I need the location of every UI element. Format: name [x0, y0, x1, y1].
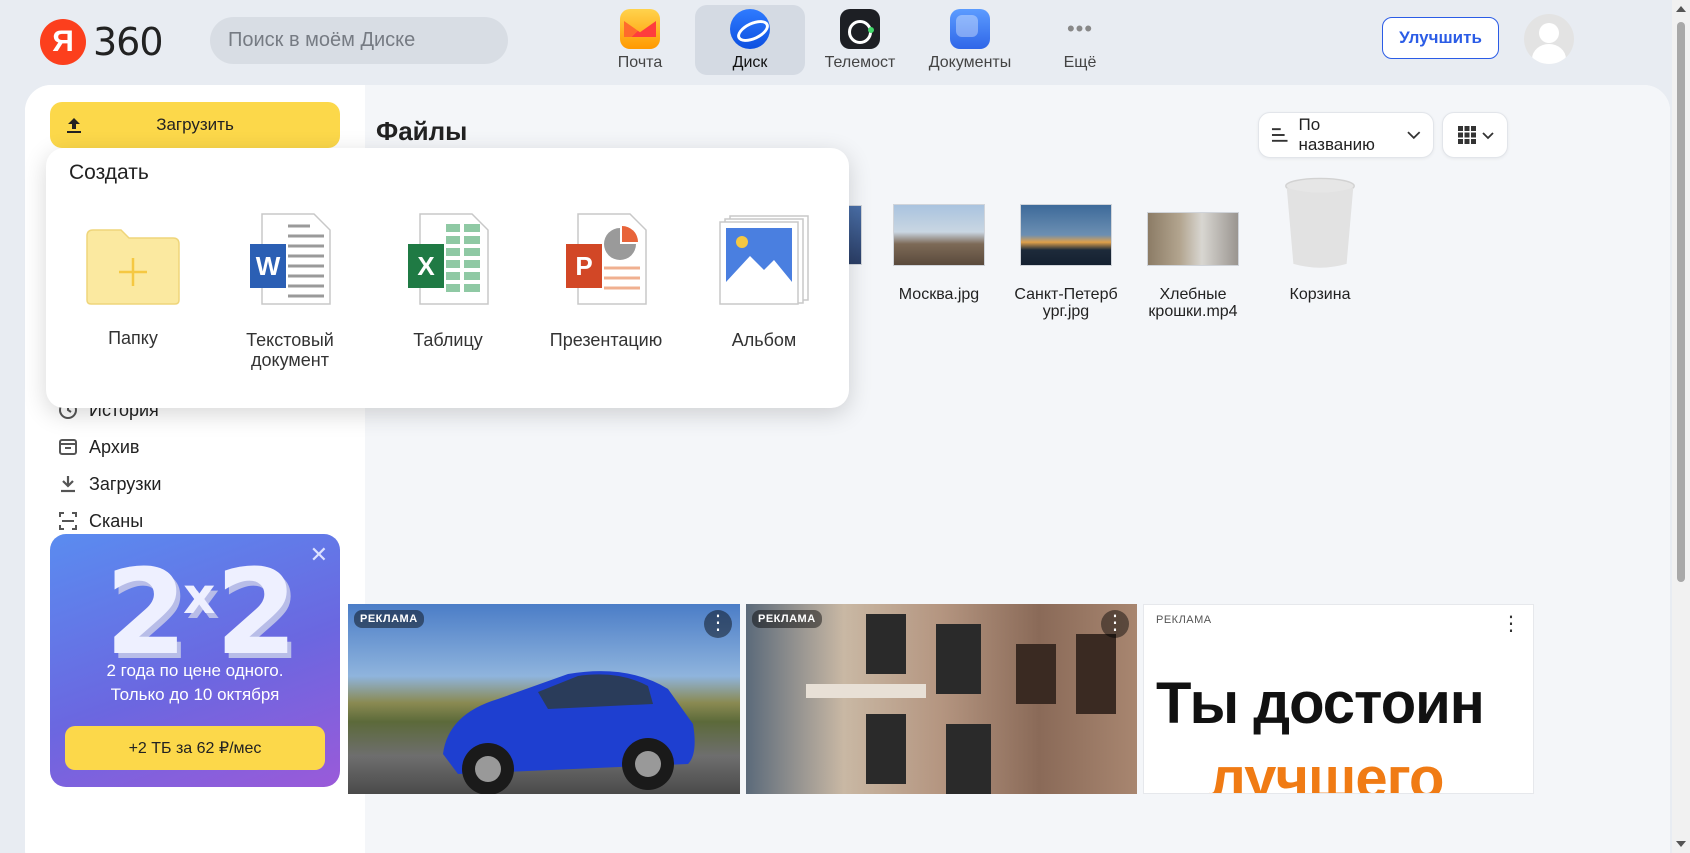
telemost-icon — [840, 9, 880, 49]
promo-big-text: 2x2 — [105, 543, 297, 681]
create-item-label: Презентацию — [549, 330, 663, 350]
disk-icon — [730, 9, 770, 49]
service-label: Диск — [732, 54, 768, 71]
yandex-logo-icon: Я — [40, 19, 86, 65]
create-item-label: Таблицу — [413, 330, 483, 350]
svg-text:W: W — [256, 251, 281, 281]
excel-icon: X — [408, 213, 489, 305]
file-name: Корзина — [1289, 286, 1351, 303]
chevron-down-icon — [1481, 131, 1494, 139]
create-folder-button[interactable]: Папку — [53, 226, 213, 348]
ad-label: РЕКЛАМА — [354, 610, 424, 628]
service-mail[interactable]: Почта — [585, 5, 695, 75]
car-image — [443, 671, 695, 794]
ad-banner-car[interactable]: РЕКЛАМА ⋮ — [348, 604, 740, 794]
sidebar-item-label: Сканы — [89, 510, 144, 531]
file-name: Санкт-Петерб ург.jpg — [1014, 286, 1118, 320]
promo-banner[interactable]: 2x2 ✕ 2 года по цене одного. Только до 1… — [50, 534, 340, 787]
ad-headline-accent: лучшего — [1209, 746, 1444, 794]
ad-menu-icon[interactable]: ⋮ — [1101, 610, 1129, 638]
ad-label: РЕКЛАМА — [1156, 614, 1212, 626]
file-thumbnail — [1147, 212, 1239, 266]
scroll-up-icon[interactable] — [1676, 6, 1686, 12]
ad-headline: Ты достоин — [1156, 671, 1485, 736]
file-item[interactable]: Хлебные крошки.mp4 — [1128, 212, 1258, 320]
chevron-down-icon — [1407, 131, 1421, 140]
scrollbar-thumb[interactable] — [1677, 22, 1685, 582]
file-thumbnail — [1020, 204, 1112, 266]
ad-menu-icon[interactable]: ⋮ — [1497, 611, 1525, 639]
word-icon: W — [250, 213, 331, 305]
upgrade-button[interactable]: Улучшить — [1382, 17, 1499, 59]
folder-plus-icon — [86, 229, 180, 305]
avatar[interactable] — [1524, 14, 1574, 64]
file-name: Москва.jpg — [898, 286, 980, 303]
promo-buy-button[interactable]: +2 ТБ за 62 ₽/мес — [65, 726, 325, 770]
service-docs[interactable]: Документы — [915, 5, 1025, 75]
service-label: Ещё — [1063, 54, 1097, 71]
service-label: Почта — [617, 54, 663, 71]
trash-icon — [1285, 177, 1355, 268]
file-item[interactable]: Санкт-Петерб ург.jpg — [1001, 204, 1131, 320]
trash-item[interactable]: Корзина — [1255, 177, 1385, 303]
file-item[interactable]: Москва.jpg — [874, 204, 1004, 303]
view-mode-dropdown[interactable] — [1442, 112, 1508, 158]
search-box[interactable] — [210, 17, 508, 64]
page-title: Файлы — [376, 116, 468, 146]
service-label: Документы — [928, 54, 1012, 71]
sort-label: По названию — [1298, 115, 1375, 154]
file-name: Хлебные крошки.mp4 — [1148, 286, 1238, 320]
archive-icon — [59, 439, 77, 455]
sidebar-item-archive[interactable]: Архив — [58, 433, 139, 461]
service-disk[interactable]: Диск — [695, 5, 805, 75]
service-label: Телемост — [824, 54, 896, 71]
services-nav: Почта Диск Телемост Документы ••• Ещё — [585, 5, 1135, 75]
page-scrollbar[interactable] — [1672, 0, 1690, 853]
powerpoint-icon: P — [566, 213, 647, 305]
sidebar-item-downloads[interactable]: Загрузки — [58, 470, 161, 498]
docs-icon — [950, 9, 990, 49]
promo-text: 2 года по цене одного. Только до 10 октя… — [106, 661, 284, 704]
ad-label: РЕКЛАМА — [752, 610, 822, 628]
scroll-down-icon[interactable] — [1676, 841, 1686, 847]
sidebar-item-label: Загрузки — [89, 473, 162, 494]
create-popup-title: Создать — [69, 161, 149, 184]
file-thumbnail — [893, 204, 985, 266]
close-icon[interactable]: ✕ — [310, 542, 328, 568]
create-item-label: Папку — [108, 328, 158, 348]
upload-icon — [67, 118, 81, 133]
create-presentation-button[interactable]: P Презентацию — [526, 213, 686, 350]
grid-icon — [1457, 126, 1476, 144]
create-text-document-button[interactable]: W Текстовый документ — [210, 213, 370, 370]
more-icon: ••• — [1066, 16, 1094, 41]
partially-hidden-file-thumb[interactable] — [848, 205, 862, 265]
svg-text:X: X — [417, 251, 435, 281]
create-table-button[interactable]: X Таблицу — [368, 213, 528, 350]
create-item-label: Текстовый документ — [246, 330, 334, 370]
building-image — [806, 614, 1116, 794]
service-telemost[interactable]: Телемост — [805, 5, 915, 75]
service-more[interactable]: ••• Ещё — [1025, 5, 1135, 75]
sort-icon — [1271, 128, 1288, 142]
download-icon — [61, 476, 75, 493]
scan-icon — [59, 512, 77, 530]
sidebar-item-scans[interactable]: Сканы — [58, 507, 143, 535]
sort-dropdown[interactable]: По названию — [1258, 112, 1434, 158]
create-item-label: Альбом — [731, 330, 797, 350]
upload-label: Загрузить — [156, 115, 234, 134]
mail-icon — [620, 9, 660, 49]
ad-banner-building[interactable]: РЕКЛАМА ⋮ — [746, 604, 1137, 794]
upload-button[interactable]: Загрузить — [50, 102, 340, 148]
sidebar-item-label: Архив — [89, 436, 140, 457]
album-icon — [719, 215, 809, 305]
svg-text:P: P — [575, 251, 592, 281]
create-popup: Создать Папку W Текстовый документ X Таб… — [46, 148, 849, 408]
create-album-button[interactable]: Альбом — [684, 215, 844, 350]
ad-banner-text[interactable]: РЕКЛАМА ⋮ Ты достоин лучшего — [1143, 604, 1534, 794]
logo-text: 360 — [93, 20, 164, 64]
yandex-360-logo[interactable]: Я 360 — [40, 19, 164, 65]
ad-menu-icon[interactable]: ⋮ — [704, 610, 732, 638]
search-input[interactable] — [228, 29, 493, 52]
